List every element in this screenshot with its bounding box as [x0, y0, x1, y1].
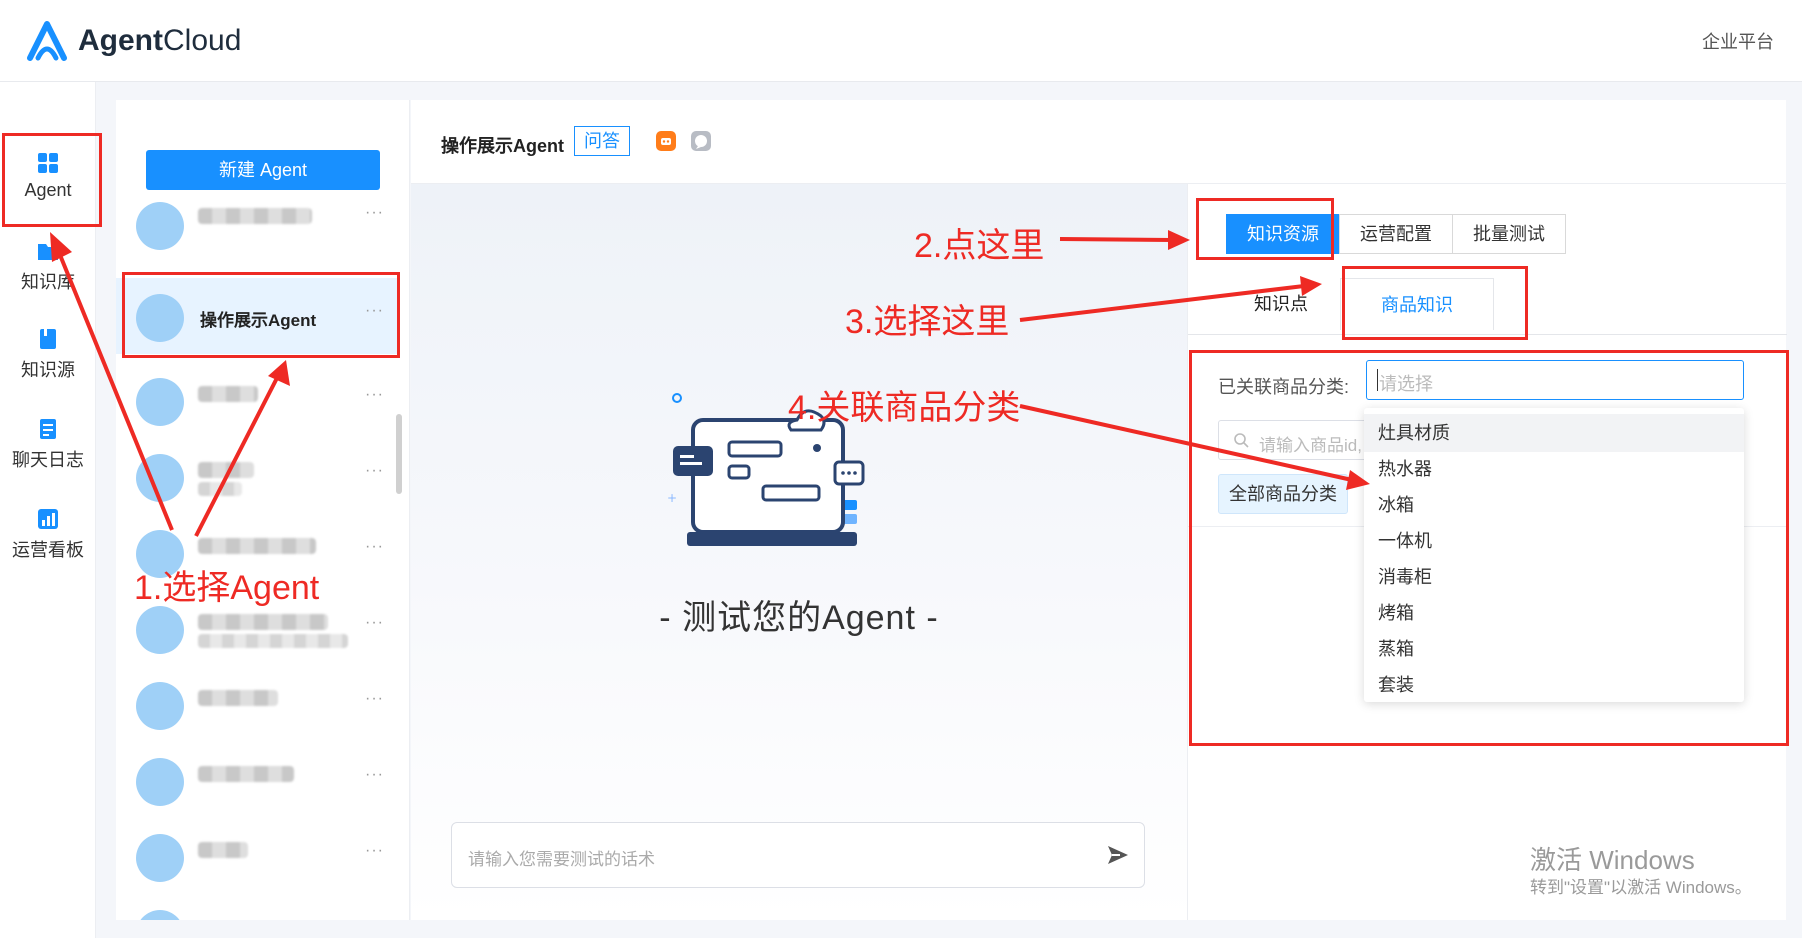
mode-tag: 问答	[574, 126, 630, 156]
folder-icon	[38, 244, 58, 260]
agentcloud-logo-icon	[27, 21, 67, 61]
annotation-box-knowledge-tab	[1196, 198, 1334, 260]
blurred-agent-desc	[198, 482, 242, 496]
avatar	[136, 834, 184, 882]
blurred-agent-name	[198, 386, 258, 402]
tab-batch-test[interactable]: 批量测试	[1452, 214, 1566, 254]
bot-icon[interactable]	[656, 131, 676, 151]
new-agent-button[interactable]: 新建 Agent	[146, 150, 380, 190]
blurred-agent-name	[198, 462, 254, 478]
chat-bubble-icon[interactable]	[691, 131, 711, 151]
nav-label: 聊天日志	[12, 450, 84, 470]
brand-logo[interactable]: AgentCloud	[24, 18, 241, 64]
blurred-agent-name	[198, 690, 278, 706]
avatar	[136, 606, 184, 654]
nav-item-chat-log[interactable]: 聊天日志	[0, 400, 96, 480]
enterprise-platform-link[interactable]: 企业平台	[1702, 28, 1774, 54]
agent-list-panel: 新建 Agent ··· 操作展示Agent ··· ··· ··· ··· ·…	[116, 100, 410, 920]
brand-name: AgentCloud	[78, 24, 242, 57]
list-item[interactable]	[116, 894, 398, 920]
blurred-agent-name	[198, 766, 294, 782]
more-icon[interactable]: ···	[365, 766, 384, 784]
test-area: + - 测试您的Agent - 请输入您需要测试的话术	[411, 184, 1187, 920]
agent-title: 操作展示Agent	[441, 136, 564, 156]
list-item[interactable]: ···	[116, 666, 398, 742]
more-icon[interactable]: ···	[365, 690, 384, 708]
nav-item-knowledge-base[interactable]: 知识库	[0, 222, 96, 302]
blurred-agent-name	[198, 208, 312, 224]
blurred-agent-name	[198, 842, 248, 858]
more-icon[interactable]: ···	[365, 462, 384, 480]
tab-ops-config[interactable]: 运营配置	[1339, 214, 1453, 254]
send-icon[interactable]	[1106, 843, 1130, 867]
avatar	[136, 378, 184, 426]
annotation-step4: 4.关联商品分类	[788, 389, 1021, 427]
chat-input-placeholder: 请输入您需要测试的话术	[468, 850, 655, 869]
agent-list-scrollbar[interactable]	[396, 414, 402, 494]
blurred-agent-name	[198, 614, 328, 630]
nav-label: 运营看板	[12, 540, 84, 560]
chart-icon	[38, 509, 58, 529]
test-caption: - 测试您的Agent -	[659, 599, 939, 637]
avatar	[136, 910, 184, 920]
annotation-box-selected-agent	[122, 272, 400, 358]
windows-watermark-title: 激活 Windows	[1530, 845, 1695, 875]
subtab-knowledge-points[interactable]: 知识点	[1228, 278, 1334, 330]
top-bar: AgentCloud 企业平台	[0, 0, 1802, 82]
windows-watermark-subtitle: 转到"设置"以激活 Windows。	[1530, 878, 1752, 897]
more-icon[interactable]: ···	[365, 538, 384, 556]
nav-label: 知识库	[21, 272, 75, 292]
annotation-box-agent-nav	[2, 133, 102, 227]
list-item[interactable]: ···	[116, 818, 398, 894]
avatar	[136, 202, 184, 250]
more-icon[interactable]: ···	[365, 842, 384, 860]
avatar	[136, 758, 184, 806]
chat-input[interactable]: 请输入您需要测试的话术	[451, 822, 1145, 888]
blurred-agent-desc	[198, 634, 348, 648]
annotation-step3: 3.选择这里	[845, 303, 1010, 341]
log-icon	[40, 419, 56, 439]
annotation-step1: 1.选择Agent	[134, 569, 320, 607]
svg-text:+: +	[667, 491, 677, 505]
annotation-box-category-select	[1189, 350, 1789, 746]
book-icon	[40, 329, 56, 349]
chat-header: 操作展示Agent 问答	[411, 100, 1786, 184]
more-icon[interactable]: ···	[365, 614, 384, 632]
nav-item-ops-dashboard[interactable]: 运营看板	[0, 490, 96, 570]
blurred-agent-name	[198, 538, 316, 554]
avatar	[136, 454, 184, 502]
more-icon[interactable]: ···	[365, 204, 384, 222]
list-item[interactable]: ···	[116, 362, 398, 438]
annotation-box-product-subtab	[1342, 266, 1528, 340]
list-item[interactable]: ···	[116, 438, 398, 514]
more-icon[interactable]: ···	[365, 386, 384, 404]
annotation-step2: 2.点这里	[914, 227, 1045, 265]
list-item[interactable]: ···	[116, 202, 398, 272]
avatar	[136, 682, 184, 730]
nav-label: 知识源	[21, 360, 75, 380]
list-item[interactable]: ···	[116, 742, 398, 818]
nav-item-knowledge-source[interactable]: 知识源	[0, 310, 96, 390]
app-window: AgentCloud 企业平台 Agent 知识库 知识源 聊天日志 运营看板 …	[0, 0, 1802, 938]
